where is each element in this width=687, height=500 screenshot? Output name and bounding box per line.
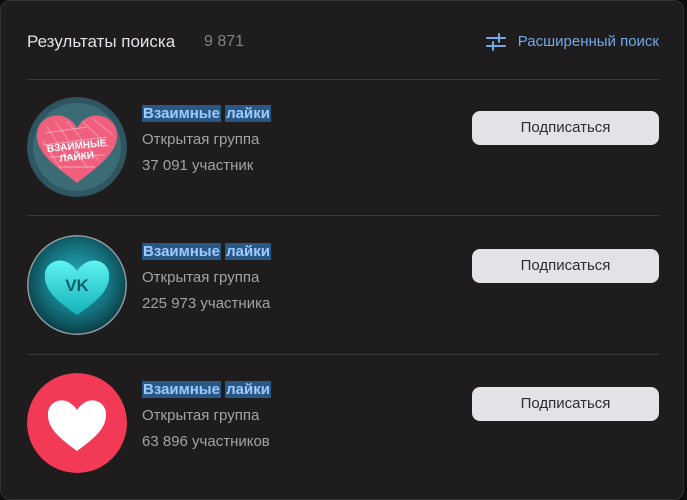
advanced-search-link[interactable]: Расширенный поиск — [485, 31, 659, 53]
group-result-row: VK Взаимные лайки Открытая группа 225 97… — [27, 235, 659, 335]
divider — [27, 79, 659, 80]
group-type: Открытая группа — [142, 407, 260, 424]
name-highlight[interactable]: Взаимные — [142, 105, 221, 122]
subscribe-button[interactable]: Подписаться — [472, 249, 659, 283]
name-highlight[interactable]: лайки — [225, 105, 271, 122]
group-name-link[interactable]: Взаимные лайки — [142, 104, 271, 124]
filter-sliders-icon[interactable] — [485, 32, 506, 52]
vk-logo-text: VK — [65, 276, 89, 295]
group-avatar[interactable]: VK — [27, 235, 127, 335]
subscribe-button[interactable]: Подписаться — [472, 387, 659, 421]
advanced-search-label[interactable]: Расширенный поиск — [518, 31, 659, 53]
results-header: Результаты поиска 9 871 Расширенный поис… — [27, 31, 659, 53]
member-count: 225 973 участника — [142, 295, 271, 312]
group-avatar[interactable]: ВЗАИМНЫЕ ЛАЙКИ — [27, 97, 127, 197]
member-count: 37 091 участник — [142, 157, 254, 174]
name-highlight[interactable]: лайки — [225, 381, 271, 398]
name-highlight[interactable]: Взаимные — [142, 381, 221, 398]
vk-heart-icon: VK — [27, 235, 127, 335]
search-results-panel: Результаты поиска 9 871 Расширенный поис… — [0, 0, 684, 500]
group-type: Открытая группа — [142, 269, 260, 286]
group-avatar[interactable] — [27, 373, 127, 473]
subscribe-button[interactable]: Подписаться — [472, 111, 659, 145]
group-name-link[interactable]: Взаимные лайки — [142, 242, 271, 262]
divider — [27, 354, 659, 355]
results-title: Результаты поиска — [27, 32, 176, 51]
name-highlight[interactable]: Взаимные — [142, 243, 221, 260]
member-count: 63 896 участников — [142, 433, 270, 450]
group-type: Открытая группа — [142, 131, 260, 148]
name-highlight[interactable]: лайки — [225, 243, 271, 260]
pink-scribble-heart-icon: ВЗАИМНЫЕ ЛАЙКИ — [27, 97, 127, 197]
white-heart-icon — [27, 373, 127, 473]
group-result-row: Взаимные лайки Открытая группа 63 896 уч… — [27, 373, 659, 473]
group-result-row: ВЗАИМНЫЕ ЛАЙКИ Взаимные лайки Открытая г… — [27, 97, 659, 197]
results-count: 9 871 — [204, 33, 245, 50]
divider — [27, 215, 659, 216]
group-name-link[interactable]: Взаимные лайки — [142, 380, 271, 400]
